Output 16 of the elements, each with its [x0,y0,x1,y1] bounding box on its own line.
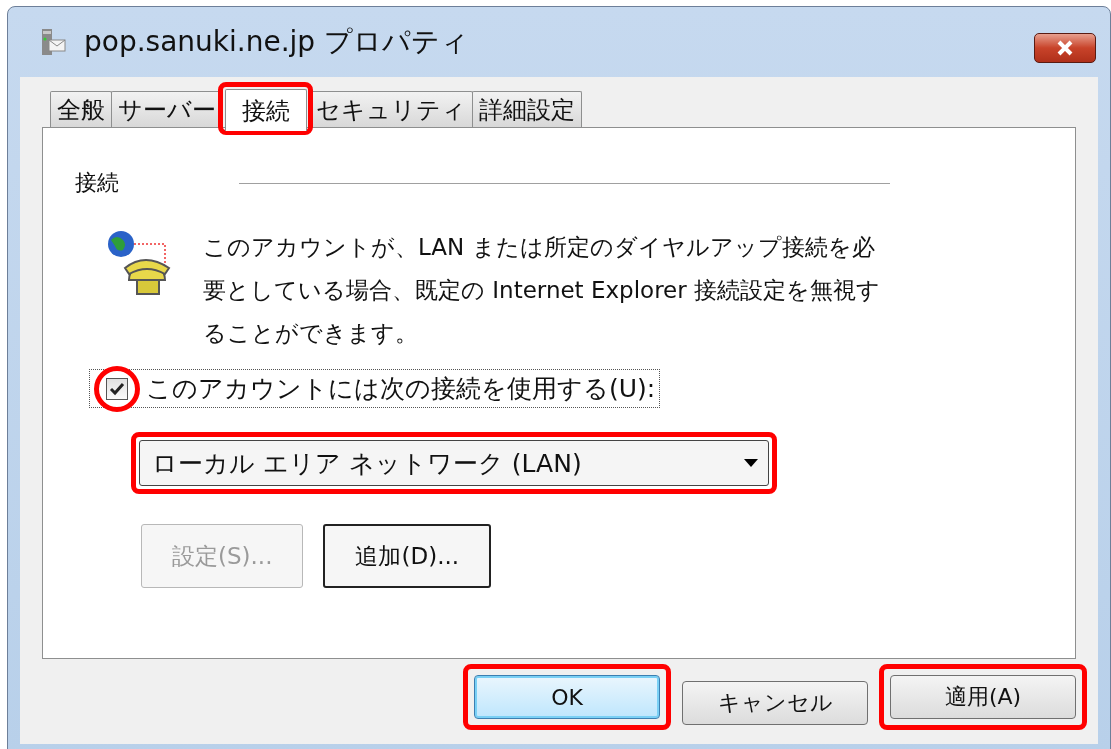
dialog-button[interactable]: 適用(A) [890,675,1076,719]
close-icon [1056,40,1074,56]
dialog-button[interactable]: キャンセル [682,680,868,725]
window-title: pop.sanuki.ne.jp プロパティ [84,24,470,60]
dropdown-arrow-icon [744,459,758,467]
connection-dropdown[interactable]: ローカル エリア ネットワーク (LAN) [139,440,769,486]
connection-button[interactable]: 追加(D)... [323,524,492,588]
checkbox[interactable] [106,377,128,400]
tab[interactable]: 接続 [225,89,307,131]
tab[interactable]: 全般 [50,91,112,127]
tab[interactable]: 詳細設定 [472,91,582,127]
group-label: 接続 [75,169,119,197]
description-text: このアカウントが、LAN または所定のダイヤルアップ接続を必要としている場合、既定の Internet Explorer 接続設定を無視することができます。 [203,233,882,348]
dialog-button[interactable]: OK [474,675,660,719]
server-mail-icon [40,27,66,57]
close-button[interactable] [1034,33,1096,63]
